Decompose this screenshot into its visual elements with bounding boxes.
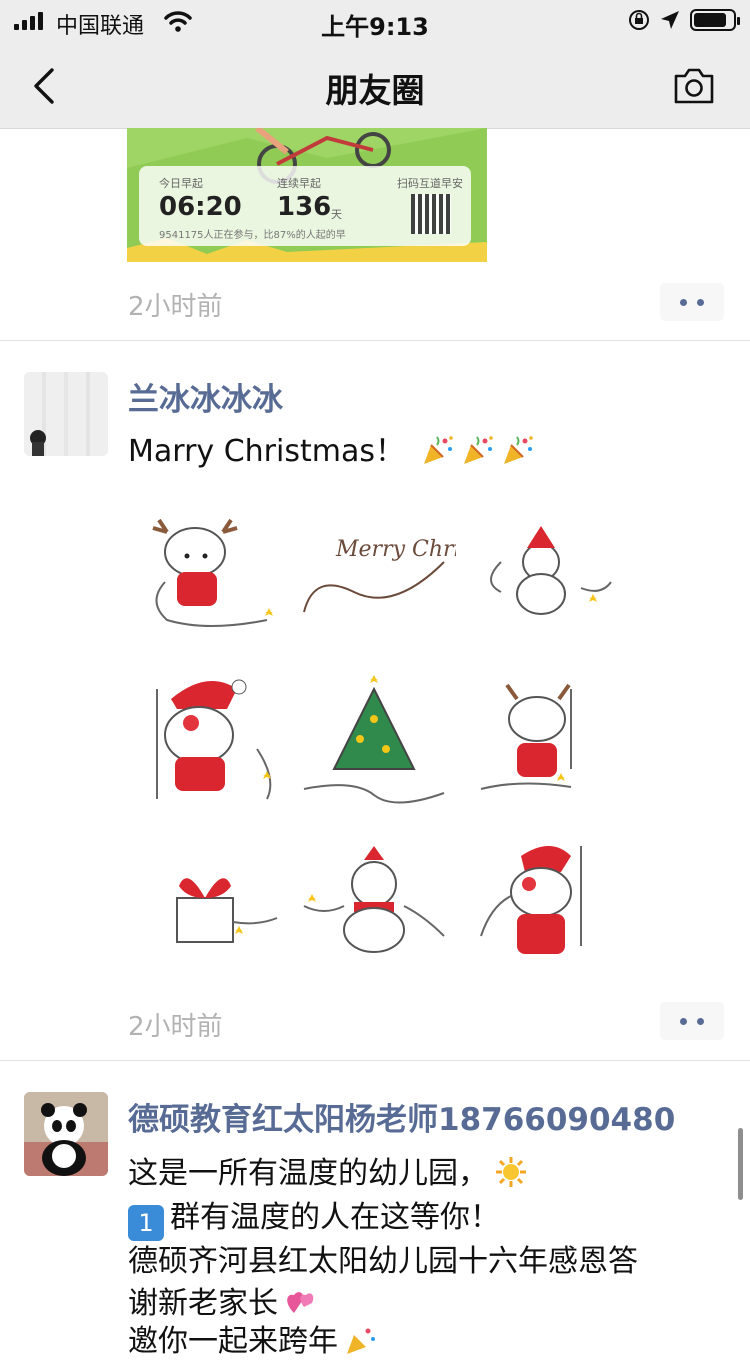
two-hearts-icon <box>287 1292 314 1313</box>
post-actions-button[interactable] <box>660 1002 724 1040</box>
dot-icon <box>680 299 687 306</box>
page-title: 朋友圈 <box>325 71 425 110</box>
party-popper-icon <box>503 436 533 464</box>
party-popper-icon <box>423 436 453 464</box>
post-text-line: 邀你一起来跨年 <box>128 1316 378 1360</box>
dot-icon <box>697 299 704 306</box>
participants-footer: 9541175人正在参与，比87%的人起的早 <box>159 230 346 241</box>
streak-label: 连续早起 <box>277 177 321 190</box>
grid-image-reindeer-2[interactable] <box>461 659 623 821</box>
grid-image-santa[interactable] <box>127 659 289 821</box>
post-time: 2小时前 <box>128 1012 223 1042</box>
avatar-panda-image <box>24 1092 108 1176</box>
grid-image-snowman[interactable] <box>461 492 623 654</box>
scan-label: 扫码互道早安 <box>397 177 463 190</box>
grid-image-merry-christmas[interactable]: Merry Christmas <box>294 492 526 654</box>
streak-value: 136 <box>277 192 332 222</box>
post-text: Marry Christmas！ <box>128 426 535 470</box>
post-text-line: 德硕齐河县红太阳幼儿园十六年感恩答 <box>128 1244 638 1279</box>
avatar[interactable] <box>24 1092 108 1176</box>
post-text-line: 这是一所有温度的幼儿园， <box>128 1148 528 1192</box>
grid-image-christmas-tree[interactable] <box>294 659 456 821</box>
qr-code <box>411 194 451 234</box>
party-popper-icon <box>463 436 493 464</box>
grid-image-snowman-2[interactable] <box>294 826 456 988</box>
post-image-grid: Merry Christmas <box>127 492 623 988</box>
avatar-curtain-image <box>24 372 108 456</box>
nav-bar: 朋友圈 <box>0 42 750 129</box>
post-text-line: 1 群有温度的人在这等你！ <box>128 1192 500 1241</box>
today-label: 今日早起 <box>159 177 203 190</box>
post-time: 2小时前 <box>128 292 223 322</box>
dot-icon <box>680 1018 687 1025</box>
grid-image-reindeer[interactable] <box>127 492 289 654</box>
post-image-wakeup-card[interactable]: 今日早起 06:20 连续早起 136 天 扫码互道早安 9541175人正在参… <box>127 128 487 262</box>
post-text-line-content: 这是一所有温度的幼儿园， <box>128 1156 488 1191</box>
scrollbar[interactable] <box>738 1128 743 1200</box>
party-popper-icon <box>347 1328 375 1354</box>
today-value: 06:20 <box>159 192 242 222</box>
post-text-line-content: 群有温度的人在这等你！ <box>170 1200 500 1235</box>
post-username[interactable]: 德硕教育红太阳杨老师18766090480 <box>128 1094 675 1139</box>
post-text-line-content: 邀你一起来跨年 <box>128 1324 338 1359</box>
dot-icon <box>697 1018 704 1025</box>
streak-unit: 天 <box>331 208 342 221</box>
merry-christmas-lettering: Merry Christmas <box>335 537 456 562</box>
location-arrow-icon <box>661 11 679 29</box>
post-text-content: Marry Christmas！ <box>128 434 405 469</box>
orientation-lock-icon <box>629 10 649 30</box>
camera-icon[interactable] <box>672 66 716 106</box>
grid-image-santa-2[interactable] <box>461 826 623 988</box>
status-bar: 中国联通 上午9:13 <box>0 0 750 42</box>
battery-icon <box>690 9 740 31</box>
sun-icon <box>496 1157 526 1187</box>
avatar[interactable] <box>24 372 108 456</box>
post-actions-button[interactable] <box>660 283 724 321</box>
post-username[interactable]: 兰冰冰冰冰 <box>128 374 283 419</box>
grid-image-gift-box[interactable] <box>127 826 289 988</box>
post-divider <box>0 340 750 341</box>
post-divider <box>0 1060 750 1061</box>
